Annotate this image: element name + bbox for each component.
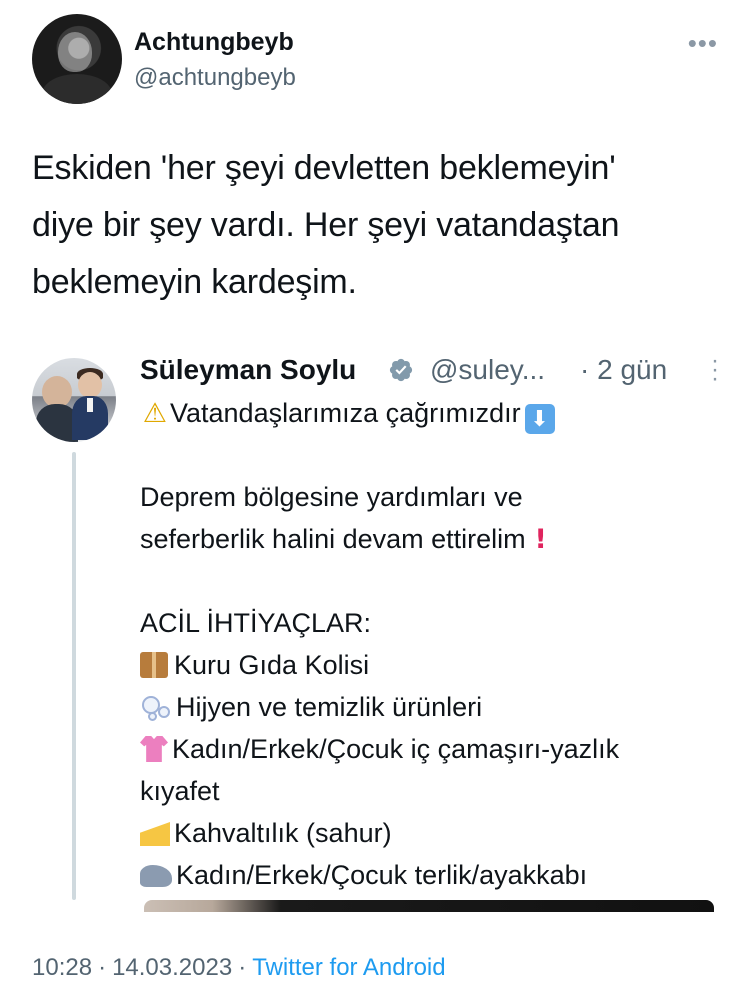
tweet-detail-view: Achtungbeyb @achtungbeyb ••• Eskiden 'he… — [0, 0, 750, 990]
warning-icon: ⚠ — [142, 398, 168, 429]
more-horizontal-icon[interactable]: ••• — [688, 28, 718, 59]
quoted-tweet[interactable]: Süleyman Soylu @suley... · 2 gün · · · ⚠ Va… — [32, 349, 722, 912]
tweet-time: 10:28 — [32, 954, 93, 981]
tweet-date: 14.03.2023 — [112, 954, 233, 981]
meta-separator: · — [238, 954, 247, 981]
list-heading: ACİL İHTİYAÇLAR: — [140, 608, 372, 638]
quoted-tweet-body: ⚠ Vatandaşlarımıza çağrımızdır ⬇ Deprem bö… — [140, 392, 730, 896]
down-arrow-icon: ⬇ — [524, 404, 555, 434]
quoted-media-preview[interactable] — [144, 900, 714, 912]
author-handle[interactable]: @achtungbeyb — [134, 64, 296, 92]
package-icon — [140, 652, 168, 678]
bubbles-icon — [140, 694, 172, 722]
list-item: Kahvaltılık (sahur) — [140, 812, 730, 854]
tweet-source-link[interactable]: Twitter for Android — [252, 954, 445, 981]
quoted-author-handle[interactable]: @suley... — [430, 354, 545, 386]
verified-badge-icon — [389, 358, 413, 382]
author-name[interactable]: Achtungbeyb — [134, 28, 294, 57]
tweet-author-header: Achtungbeyb @achtungbeyb ••• — [32, 14, 722, 104]
author-avatar[interactable] — [32, 14, 122, 104]
list-item: Hijyen ve temizlik ürünleri — [140, 686, 730, 728]
list-item: Deprem bölgesine yardımları ve — [140, 482, 523, 512]
tweet-text: Eskiden 'her şeyi devletten beklemeyin' … — [32, 149, 620, 301]
list-item: Kadın/Erkek/Çocuk iç çamaşırı-yazlık — [140, 728, 730, 770]
vertical-more-icon[interactable]: · · · — [710, 349, 720, 391]
list-item-continued: kıyafet — [140, 776, 220, 806]
quoted-author-avatar[interactable] — [32, 358, 116, 442]
tweet-meta: 10:28 · 14.03.2023 · Twitter for Android — [32, 954, 446, 982]
list-item: Kuru Gıda Kolisi — [140, 644, 730, 686]
list-item: ⚠ Vatandaşlarımıza çağrımızdır ⬇ — [140, 392, 730, 434]
quoted-timestamp[interactable]: · 2 gün — [580, 354, 667, 386]
thread-line — [72, 452, 76, 900]
shoe-icon — [140, 865, 172, 887]
list-item: seferberlik halini devam ettirelim! — [140, 518, 730, 560]
shirt-icon — [140, 736, 168, 762]
exclamation-icon: ! — [534, 524, 547, 555]
cheese-icon — [140, 822, 170, 846]
meta-separator: · — [98, 954, 107, 981]
list-item: Kadın/Erkek/Çocuk terlik/ayakkabı — [140, 854, 730, 896]
quoted-author-name[interactable]: Süleyman Soylu — [140, 354, 356, 386]
